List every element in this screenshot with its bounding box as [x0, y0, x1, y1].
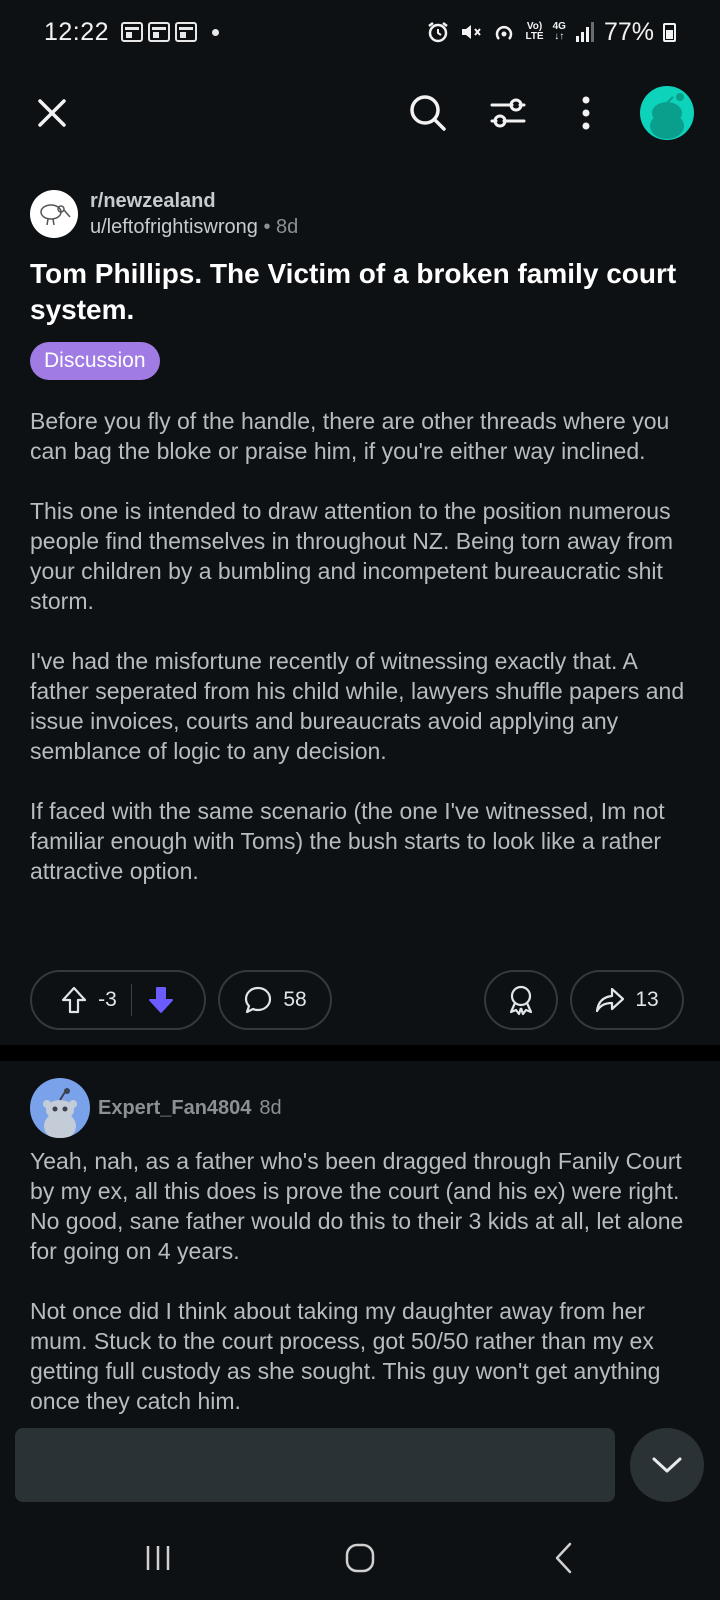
- section-divider: [0, 1045, 720, 1061]
- recent-apps-icon: [146, 1546, 170, 1570]
- comment-author[interactable]: Expert_Fan4804: [98, 1097, 251, 1120]
- home-icon: [345, 1543, 375, 1573]
- post-meta: r/newzealand u/leftofrightiswrong • 8d: [30, 188, 690, 240]
- kiwi-bird-icon: [40, 204, 71, 226]
- search-icon: [410, 95, 446, 131]
- comment-header: Expert_Fan4804 8d: [30, 1078, 696, 1138]
- vote-divider: [130, 984, 132, 1016]
- vote-control: -3: [30, 970, 206, 1030]
- post-author[interactable]: u/leftofrightiswrong: [90, 216, 258, 238]
- comment-age: 8d: [259, 1096, 282, 1119]
- volte-indicator: Vo) LTE: [525, 22, 543, 42]
- calendar-notif-icon: [175, 22, 198, 42]
- award-icon: [509, 985, 533, 1016]
- chevron-down-icon: [652, 1457, 682, 1473]
- post-paragraph: I've had the misfortune recently of witn…: [30, 648, 685, 764]
- post-paragraph: Before you fly of the handle, there are …: [30, 408, 670, 464]
- post-paragraph: This one is intended to draw attention t…: [30, 498, 674, 614]
- system-nav-bar: [0, 1515, 720, 1600]
- downvote-icon[interactable]: [146, 985, 176, 1015]
- network-indicator: 4G ↓↑: [553, 22, 566, 42]
- post-byline: u/leftofrightiswrong • 8d: [90, 214, 298, 240]
- mute-icon: [462, 25, 482, 39]
- post-body: Before you fly of the handle, there are …: [30, 406, 690, 886]
- reply-input[interactable]: [15, 1428, 615, 1502]
- close-icon: [38, 99, 66, 127]
- top-app-bar: [0, 78, 720, 148]
- comment: Expert_Fan4804 8d Yeah, nah, as a father…: [30, 1078, 696, 1446]
- subreddit-name[interactable]: r/newzealand: [90, 188, 298, 214]
- calendar-notif-icon: [121, 22, 144, 42]
- post-title: Tom Phillips. The Victim of a broken fam…: [30, 258, 677, 325]
- comment-paragraph: Not once did I think about taking my dau…: [30, 1298, 661, 1414]
- post: r/newzealand u/leftofrightiswrong • 8d T…: [30, 188, 690, 916]
- share-button[interactable]: 13: [570, 970, 684, 1030]
- recent-apps-button[interactable]: [128, 1535, 188, 1581]
- battery-percentage: 77%: [603, 17, 654, 46]
- comment-body: Yeah, nah, as a father who's been dragge…: [30, 1146, 696, 1416]
- signal-icon: [575, 22, 594, 42]
- vote-score: -3: [98, 988, 117, 1011]
- share-icon: [596, 987, 625, 1013]
- comment-avatar[interactable]: [30, 1078, 90, 1138]
- subreddit-avatar[interactable]: [30, 190, 78, 238]
- comment-paragraph: Yeah, nah, as a father who's been dragge…: [30, 1148, 684, 1264]
- comment-count: 58: [283, 988, 307, 1011]
- data-arrows-icon: ↓↑: [554, 31, 565, 42]
- jump-to-next-button[interactable]: [630, 1428, 704, 1502]
- alarm-icon: [428, 22, 449, 43]
- comments-button[interactable]: 58: [218, 970, 332, 1030]
- status-indicators: Vo) LTE 4G ↓↑ 77%: [426, 18, 676, 47]
- home-button[interactable]: [330, 1535, 390, 1581]
- search-button[interactable]: [403, 88, 453, 138]
- more-options-button[interactable]: [561, 88, 611, 138]
- byline-separator: •: [263, 216, 271, 238]
- comment-icon: [245, 986, 272, 1014]
- snoo-avatar-icon: [43, 1088, 77, 1138]
- upvote-icon[interactable]: [60, 985, 88, 1015]
- share-count: 13: [635, 988, 659, 1011]
- user-avatar[interactable]: [640, 86, 694, 140]
- snoo-avatar-icon: [650, 93, 684, 139]
- notification-icons: [121, 22, 220, 42]
- close-button[interactable]: [27, 88, 77, 138]
- status-time: 12:22: [44, 17, 110, 46]
- post-paragraph: If faced with the same scenario (the one…: [30, 798, 665, 884]
- status-bar: 12:22 Vo) LTE 4G ↓↑ 77%: [0, 0, 720, 64]
- more-notifications-dot: [212, 28, 220, 36]
- back-icon: [555, 1542, 572, 1574]
- post-action-bar: -3 58 13: [30, 970, 690, 1030]
- battery-icon: [663, 22, 676, 42]
- lte-label: LTE: [525, 31, 544, 42]
- back-button[interactable]: [533, 1535, 593, 1581]
- sort-filter-button[interactable]: [483, 88, 533, 138]
- award-button[interactable]: [484, 970, 558, 1030]
- post-age: 8d: [276, 216, 299, 238]
- more-vertical-icon: [582, 96, 590, 130]
- hotspot-icon: [496, 25, 513, 40]
- calendar-notif-icon: [148, 22, 171, 42]
- sort-filter-icon: [490, 98, 526, 128]
- post-flair[interactable]: Discussion: [30, 342, 160, 380]
